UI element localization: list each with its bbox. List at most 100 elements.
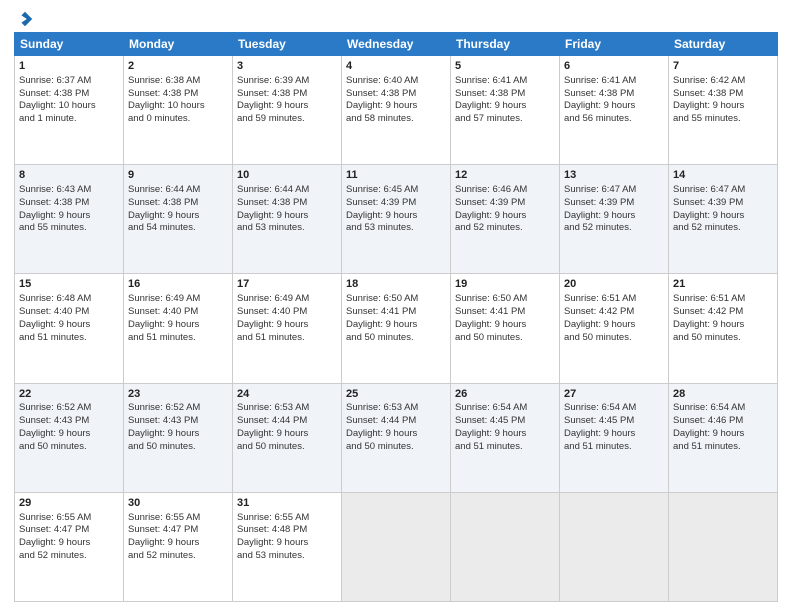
cell-line: Sunset: 4:40 PM [128,306,228,319]
cell-line: Sunset: 4:38 PM [128,197,228,210]
day-number: 8 [19,168,119,183]
cell-line: Sunrise: 6:44 AM [128,184,228,197]
cell-line: Daylight: 9 hours [673,319,773,332]
cell-line: Sunset: 4:45 PM [455,415,555,428]
cell-line: Sunset: 4:38 PM [346,88,446,101]
calendar-cell: 28Sunrise: 6:54 AMSunset: 4:46 PMDayligh… [669,383,778,492]
day-number: 16 [128,277,228,292]
cell-line: Sunrise: 6:51 AM [673,293,773,306]
cell-line: Sunset: 4:40 PM [237,306,337,319]
calendar-cell: 11Sunrise: 6:45 AMSunset: 4:39 PMDayligh… [342,165,451,274]
calendar-cell: 29Sunrise: 6:55 AMSunset: 4:47 PMDayligh… [15,492,124,601]
cell-line: Sunrise: 6:49 AM [237,293,337,306]
cell-line: and 50 minutes. [128,441,228,454]
day-number: 12 [455,168,555,183]
cell-line: Sunset: 4:39 PM [346,197,446,210]
calendar-cell: 19Sunrise: 6:50 AMSunset: 4:41 PMDayligh… [451,274,560,383]
calendar-cell: 10Sunrise: 6:44 AMSunset: 4:38 PMDayligh… [233,165,342,274]
cell-line: Sunrise: 6:51 AM [564,293,664,306]
cell-line: Sunrise: 6:53 AM [237,402,337,415]
calendar-week-row: 29Sunrise: 6:55 AMSunset: 4:47 PMDayligh… [15,492,778,601]
cell-line: and 50 minutes. [237,441,337,454]
calendar-cell: 9Sunrise: 6:44 AMSunset: 4:38 PMDaylight… [124,165,233,274]
cell-line: and 56 minutes. [564,113,664,126]
day-number: 29 [19,496,119,511]
cell-line: Daylight: 9 hours [19,428,119,441]
cell-line: Daylight: 9 hours [237,100,337,113]
cell-line: Sunset: 4:42 PM [564,306,664,319]
cell-line: Sunrise: 6:42 AM [673,75,773,88]
cell-line: and 50 minutes. [346,441,446,454]
cell-line: Daylight: 9 hours [237,319,337,332]
cell-line: Sunset: 4:41 PM [455,306,555,319]
cell-line: Daylight: 9 hours [237,537,337,550]
day-number: 27 [564,387,664,402]
cell-line: and 51 minutes. [455,441,555,454]
calendar-cell: 30Sunrise: 6:55 AMSunset: 4:47 PMDayligh… [124,492,233,601]
day-number: 30 [128,496,228,511]
cell-line: Sunrise: 6:55 AM [237,512,337,525]
cell-line: and 52 minutes. [673,222,773,235]
cell-line: and 51 minutes. [128,332,228,345]
calendar-cell: 13Sunrise: 6:47 AMSunset: 4:39 PMDayligh… [560,165,669,274]
cell-line: Sunset: 4:38 PM [128,88,228,101]
cell-line: Daylight: 9 hours [455,100,555,113]
calendar-cell: 15Sunrise: 6:48 AMSunset: 4:40 PMDayligh… [15,274,124,383]
calendar-cell: 31Sunrise: 6:55 AMSunset: 4:48 PMDayligh… [233,492,342,601]
cell-line: Sunrise: 6:43 AM [19,184,119,197]
day-number: 24 [237,387,337,402]
day-number: 19 [455,277,555,292]
day-number: 23 [128,387,228,402]
calendar-cell: 22Sunrise: 6:52 AMSunset: 4:43 PMDayligh… [15,383,124,492]
day-number: 26 [455,387,555,402]
cell-line: and 50 minutes. [564,332,664,345]
cell-line: Sunrise: 6:54 AM [455,402,555,415]
day-number: 18 [346,277,446,292]
cell-line: Sunset: 4:43 PM [128,415,228,428]
day-number: 14 [673,168,773,183]
cell-line: Daylight: 9 hours [673,100,773,113]
day-number: 25 [346,387,446,402]
day-number: 31 [237,496,337,511]
cell-line: and 55 minutes. [19,222,119,235]
cell-line: and 58 minutes. [346,113,446,126]
cell-line: Daylight: 9 hours [673,428,773,441]
day-number: 21 [673,277,773,292]
calendar-cell: 7Sunrise: 6:42 AMSunset: 4:38 PMDaylight… [669,56,778,165]
logo-icon [16,10,34,28]
calendar-week-row: 1Sunrise: 6:37 AMSunset: 4:38 PMDaylight… [15,56,778,165]
calendar-cell: 5Sunrise: 6:41 AMSunset: 4:38 PMDaylight… [451,56,560,165]
cell-line: and 50 minutes. [673,332,773,345]
cell-line: and 50 minutes. [346,332,446,345]
day-number: 22 [19,387,119,402]
calendar-cell: 1Sunrise: 6:37 AMSunset: 4:38 PMDaylight… [15,56,124,165]
weekday-header: Friday [560,33,669,56]
cell-line: Sunset: 4:38 PM [237,88,337,101]
cell-line: Sunset: 4:38 PM [564,88,664,101]
calendar-week-row: 15Sunrise: 6:48 AMSunset: 4:40 PMDayligh… [15,274,778,383]
calendar-cell: 18Sunrise: 6:50 AMSunset: 4:41 PMDayligh… [342,274,451,383]
weekday-header: Thursday [451,33,560,56]
cell-line: Sunset: 4:41 PM [346,306,446,319]
cell-line: Sunrise: 6:40 AM [346,75,446,88]
cell-line: Sunrise: 6:38 AM [128,75,228,88]
weekday-header: Sunday [15,33,124,56]
calendar-cell: 2Sunrise: 6:38 AMSunset: 4:38 PMDaylight… [124,56,233,165]
cell-line: Daylight: 9 hours [128,210,228,223]
cell-line: and 55 minutes. [673,113,773,126]
cell-line: and 57 minutes. [455,113,555,126]
cell-line: Sunrise: 6:45 AM [346,184,446,197]
cell-line: Sunrise: 6:55 AM [128,512,228,525]
calendar-cell [560,492,669,601]
cell-line: Sunrise: 6:39 AM [237,75,337,88]
weekday-header: Saturday [669,33,778,56]
calendar-cell: 8Sunrise: 6:43 AMSunset: 4:38 PMDaylight… [15,165,124,274]
cell-line: Daylight: 9 hours [19,319,119,332]
day-number: 4 [346,59,446,74]
cell-line: Daylight: 9 hours [564,210,664,223]
cell-line: Daylight: 9 hours [237,210,337,223]
page: SundayMondayTuesdayWednesdayThursdayFrid… [0,0,792,612]
cell-line: Daylight: 9 hours [455,210,555,223]
cell-line: Sunset: 4:47 PM [128,524,228,537]
calendar-cell: 20Sunrise: 6:51 AMSunset: 4:42 PMDayligh… [560,274,669,383]
